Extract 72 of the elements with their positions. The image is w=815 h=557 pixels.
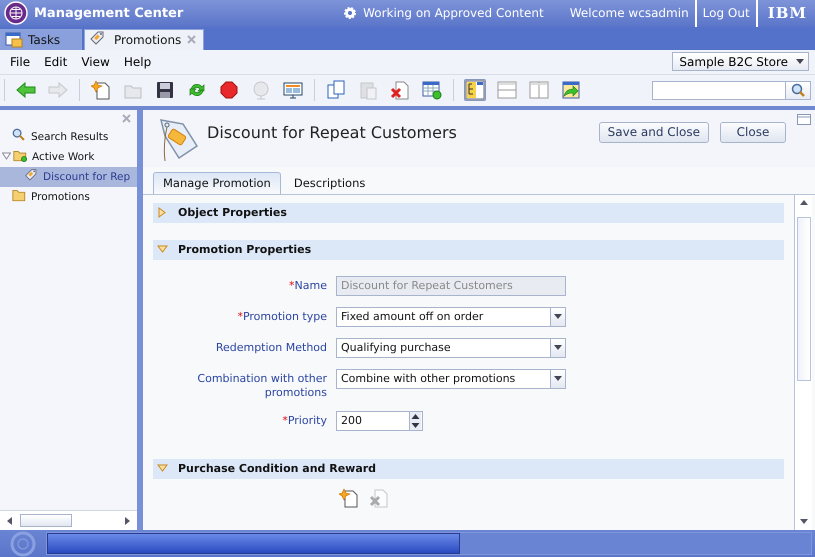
toolbar-button[interactable] <box>325 79 347 102</box>
field-label: *Priority <box>281 412 327 428</box>
menu-item[interactable]: Edit <box>44 54 68 69</box>
tree-item[interactable]: Promotions <box>0 186 137 207</box>
expand-triangle-icon[interactable] <box>2 152 11 162</box>
status-text: Working on Approved Content <box>363 6 544 20</box>
brand-logo: IBM <box>768 4 807 22</box>
clipboard-icon <box>358 80 378 100</box>
editor-title: Discount for Repeat Customers <box>207 122 458 142</box>
vertical-scrollbar[interactable] <box>794 194 812 530</box>
toolbar-button[interactable] <box>560 79 582 102</box>
field-label: Redemption Method <box>214 340 327 355</box>
field-label: Combination with other promotions <box>196 370 327 400</box>
gear-icon <box>343 6 358 20</box>
menu-item[interactable]: File <box>10 54 30 69</box>
delete-document-icon <box>390 80 410 100</box>
section-header[interactable]: Purchase Condition and Reward <box>153 458 784 479</box>
section-header[interactable]: Promotion Properties <box>153 240 784 260</box>
menu-item[interactable]: Help <box>124 54 152 69</box>
dropdown[interactable]: Qualifying purchase <box>336 338 566 358</box>
caret-icon <box>796 59 804 64</box>
toolbar-button[interactable] <box>464 79 486 102</box>
caret-icon <box>554 376 562 382</box>
stop-icon <box>219 80 239 100</box>
editor-tab[interactable]: Manage Promotion <box>153 172 281 194</box>
table-icon <box>422 80 442 100</box>
monitor-icon <box>283 80 303 100</box>
editor-tab[interactable]: Descriptions <box>284 172 374 194</box>
globe-logo-icon <box>4 1 28 26</box>
toolbar-button[interactable] <box>421 79 443 102</box>
new-document-icon[interactable] <box>339 488 359 508</box>
tree-item[interactable]: Discount for Rep <box>0 166 137 187</box>
columns-layout-icon <box>529 80 549 100</box>
collapsed-triangle-icon <box>157 207 168 218</box>
horizontal-scrollbar[interactable] <box>0 510 137 530</box>
arrow-right-icon <box>48 80 68 100</box>
save-and-close-button[interactable]: Save and Close <box>598 122 709 143</box>
rows-layout-icon <box>497 80 517 100</box>
search-icon <box>791 83 805 98</box>
globe-icon <box>251 80 271 100</box>
number-field[interactable]: 200 <box>336 410 410 431</box>
dropdown[interactable]: Combine with other promotions <box>336 368 566 389</box>
app-tab[interactable]: Promotions <box>84 28 204 50</box>
field-label: *Promotion type <box>236 308 327 324</box>
search-button[interactable] <box>786 80 811 100</box>
expanded-triangle-icon <box>157 244 168 256</box>
arrow-left-icon <box>16 80 36 100</box>
caret-icon <box>554 345 562 350</box>
caret-icon <box>554 314 562 320</box>
tree-layout-icon <box>465 80 485 100</box>
section-header[interactable]: Object Properties <box>153 202 784 223</box>
tree-item[interactable]: Search Results <box>0 126 137 147</box>
search-field[interactable] <box>652 80 786 100</box>
expanded-triangle-icon <box>157 463 168 474</box>
maximize-icon[interactable] <box>797 114 811 126</box>
close-button[interactable]: Close <box>720 122 786 143</box>
app-title: Management Center <box>34 6 184 21</box>
window-icon <box>5 32 23 48</box>
toolbar-button[interactable] <box>90 79 112 102</box>
logout-link[interactable]: Log Out <box>702 6 750 20</box>
new-document-icon <box>91 80 111 100</box>
field-label: *Name <box>288 278 327 293</box>
tree-item[interactable]: Active Work <box>0 146 137 167</box>
start-circle-icon[interactable] <box>10 530 36 557</box>
store-dropdown[interactable]: Sample B2C Store <box>672 52 809 72</box>
copy-icon <box>326 80 346 100</box>
toolbar-button[interactable] <box>218 79 240 102</box>
dropdown[interactable]: Fixed amount off on order <box>336 306 566 327</box>
export-icon <box>561 80 581 100</box>
welcome-text: Welcome wcsadmin <box>570 6 689 20</box>
menu-item[interactable]: View <box>81 54 110 69</box>
app-tab[interactable]: Tasks <box>0 28 82 50</box>
